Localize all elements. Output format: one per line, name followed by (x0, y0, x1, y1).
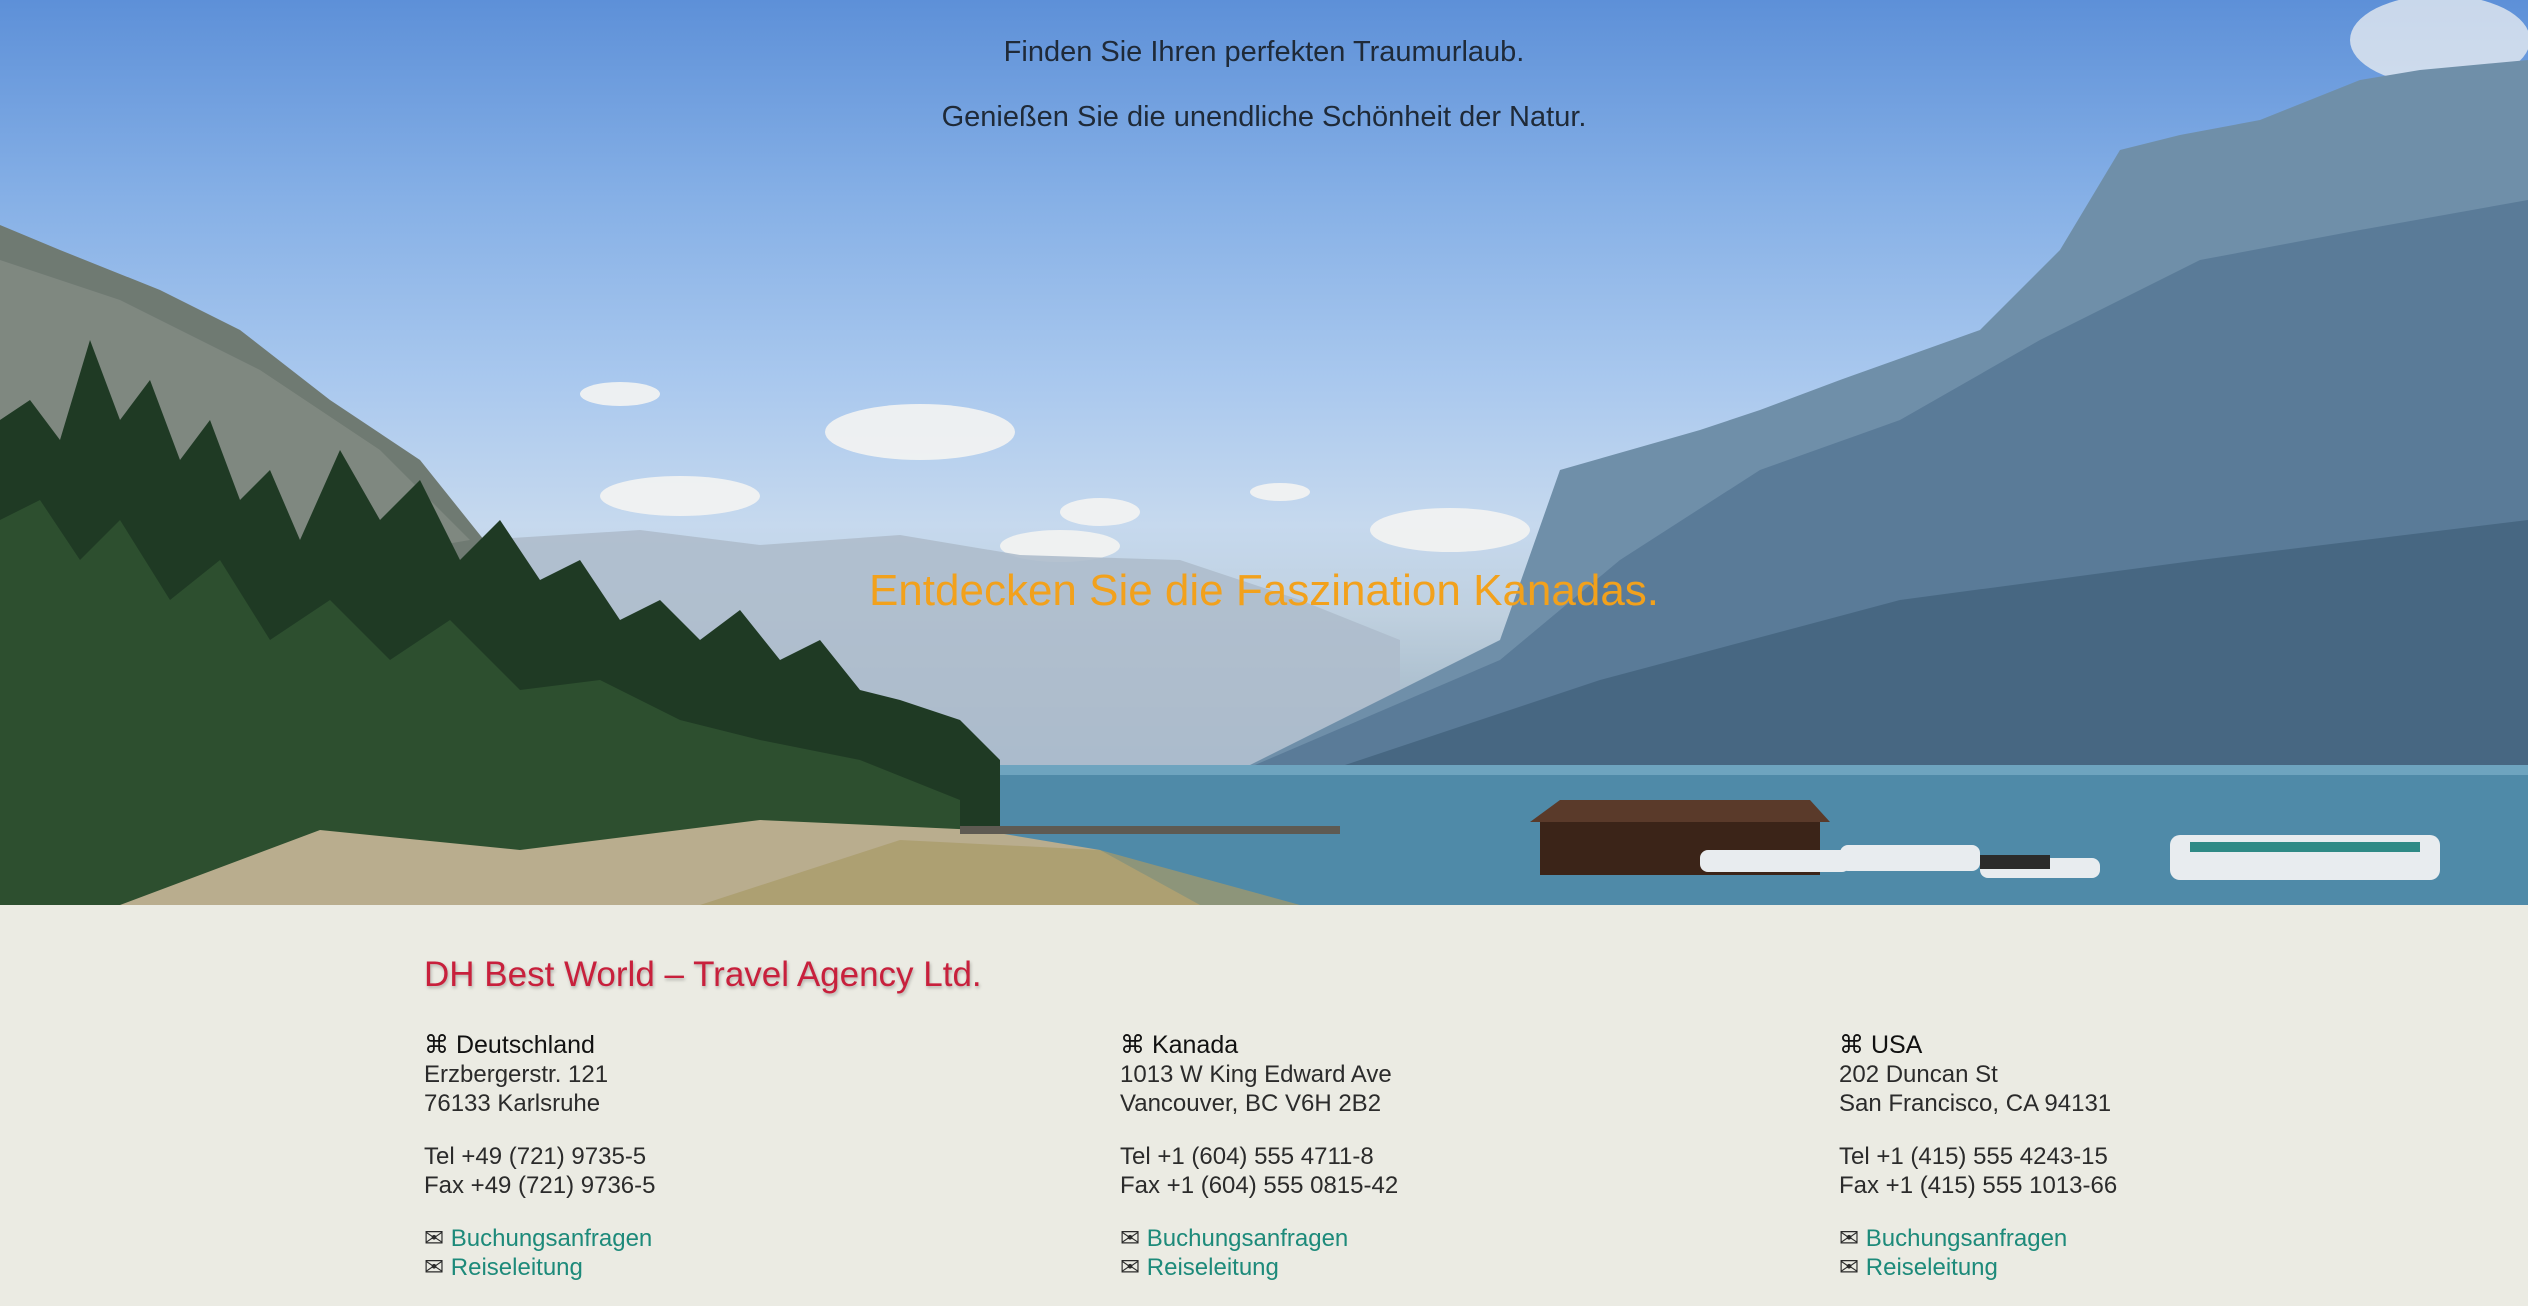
booking-inquiry-link[interactable]: Buchungsanfragen (1866, 1225, 2068, 1252)
contact-footer: DH Best World – Travel Agency Ltd. ⌘ Deu… (0, 905, 2528, 1290)
office-street: 1013 W King Edward Ave (1120, 1061, 1392, 1088)
office-tel: Tel +1 (415) 555 4243-15 (1839, 1143, 2108, 1170)
hero-headline: Entdecken Sie die Faszination Kanadas. (868, 566, 1660, 615)
office-city: San Francisco, CA 94131 (1839, 1090, 2112, 1117)
office-tel: Tel +1 (604) 555 4711-8 (1120, 1143, 1374, 1170)
envelope-icon: ✉ (1120, 1254, 1141, 1281)
office-street: 202 Duncan St (1839, 1061, 1998, 1088)
office-street: Erzbergerstr. 121 (424, 1061, 609, 1088)
tour-guide-link[interactable]: Reiseleitung (451, 1254, 583, 1281)
booking-inquiry-link[interactable]: Buchungsanfragen (1147, 1225, 1349, 1252)
hero-tagline-2: Genießen Sie die unendliche Schönheit de… (941, 101, 1587, 133)
office-germany: ⌘ Deutschland Erzbergerstr. 121 76133 Ka… (424, 1031, 655, 1306)
office-fax: Fax +49 (721) 9736-5 (424, 1172, 656, 1199)
hero-tagline-1: Finden Sie Ihren perfekten Traumurlaub. (1003, 36, 1525, 68)
hero-landscape-image (0, 0, 2528, 905)
envelope-icon: ✉ (1839, 1254, 1860, 1281)
office-usa: ⌘ USA 202 Duncan St San Francisco, CA 94… (1839, 1031, 2117, 1306)
company-name: DH Best World – Travel Agency Ltd. (424, 955, 982, 994)
place-of-interest-icon: ⌘ (1120, 1031, 1145, 1059)
envelope-icon: ✉ (1839, 1225, 1860, 1252)
place-of-interest-icon: ⌘ (1839, 1031, 1864, 1059)
office-country: ⌘ Kanada (1120, 1031, 1239, 1059)
envelope-icon: ✉ (1120, 1225, 1141, 1252)
office-tel: Tel +49 (721) 9735-5 (424, 1143, 647, 1170)
office-country: ⌘ USA (1839, 1031, 1923, 1059)
office-canada: ⌘ Kanada 1013 W King Edward Ave Vancouve… (1120, 1031, 1398, 1306)
envelope-icon: ✉ (424, 1254, 445, 1281)
booking-inquiry-link[interactable]: Buchungsanfragen (451, 1225, 653, 1252)
tour-guide-link[interactable]: Reiseleitung (1147, 1254, 1279, 1281)
tour-guide-link[interactable]: Reiseleitung (1866, 1254, 1998, 1281)
place-of-interest-icon: ⌘ (424, 1031, 449, 1059)
office-city: 76133 Karlsruhe (424, 1090, 601, 1117)
office-fax: Fax +1 (415) 555 1013-66 (1839, 1172, 2118, 1199)
envelope-icon: ✉ (424, 1225, 445, 1252)
office-fax: Fax +1 (604) 555 0815-42 (1120, 1172, 1399, 1199)
hero-banner: Finden Sie Ihren perfekten Traumurlaub. … (0, 0, 2528, 905)
office-city: Vancouver, BC V6H 2B2 (1120, 1090, 1382, 1117)
office-country: ⌘ Deutschland (424, 1031, 595, 1059)
